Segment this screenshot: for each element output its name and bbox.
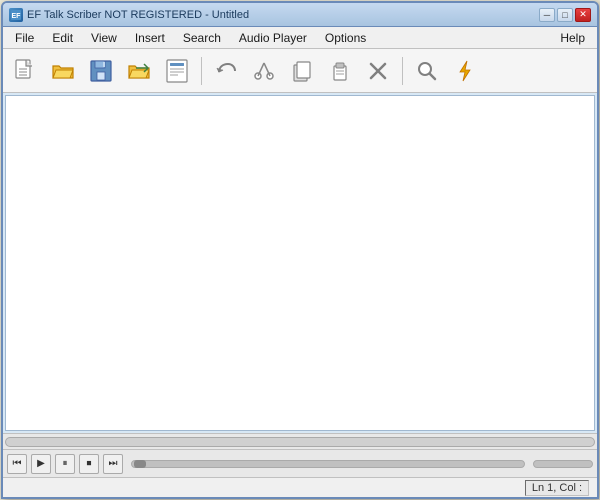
menu-help[interactable]: Help <box>552 29 593 47</box>
menu-audio-player[interactable]: Audio Player <box>231 29 315 47</box>
maximize-button[interactable]: □ <box>557 8 573 22</box>
title-bar: EF EF Talk Scriber NOT REGISTERED - Unti… <box>3 3 597 27</box>
menu-edit[interactable]: Edit <box>44 29 81 47</box>
window-title: EF Talk Scriber NOT REGISTERED - Untitle… <box>27 9 249 21</box>
editor-container <box>3 93 597 433</box>
window-controls: ─ □ ✕ <box>539 8 591 22</box>
close-button[interactable]: ✕ <box>575 8 591 22</box>
delete-button[interactable] <box>360 53 396 89</box>
h-scroll-track[interactable] <box>5 437 595 447</box>
open-recent-button[interactable] <box>121 53 157 89</box>
text-editor[interactable] <box>5 95 595 431</box>
undo-button[interactable] <box>208 53 244 89</box>
properties-button[interactable] <box>159 53 195 89</box>
menu-bar: File Edit View Insert Search Audio Playe… <box>3 27 597 49</box>
menu-options[interactable]: Options <box>317 29 374 47</box>
audio-end-button[interactable]: ⏭ <box>103 454 123 474</box>
open-button[interactable] <box>45 53 81 89</box>
svg-text:EF: EF <box>12 13 22 20</box>
menu-view[interactable]: View <box>83 29 125 47</box>
paste-button[interactable] <box>322 53 358 89</box>
audio-play-button[interactable]: ▶ <box>31 454 51 474</box>
cut-button[interactable] <box>246 53 282 89</box>
new-button[interactable] <box>7 53 43 89</box>
main-window: EF EF Talk Scriber NOT REGISTERED - Unti… <box>1 1 599 499</box>
cursor-position: Ln 1, Col : <box>525 480 589 496</box>
toolbar <box>3 49 597 93</box>
audio-pause-button[interactable]: ⏸ <box>55 454 75 474</box>
menu-search[interactable]: Search <box>175 29 229 47</box>
lightning-button[interactable] <box>447 53 483 89</box>
menu-file[interactable]: File <box>7 29 42 47</box>
menu-insert[interactable]: Insert <box>127 29 173 47</box>
save-button[interactable] <box>83 53 119 89</box>
audio-beginning-button[interactable]: ⏮ <box>7 454 27 474</box>
find-button[interactable] <box>409 53 445 89</box>
audio-player-bar: ⏮ ▶ ⏸ ⏹ ⏭ <box>3 449 597 477</box>
copy-button[interactable] <box>284 53 320 89</box>
toolbar-sep-2 <box>402 57 403 85</box>
audio-volume-slider[interactable] <box>533 460 593 468</box>
toolbar-sep-1 <box>201 57 202 85</box>
minimize-button[interactable]: ─ <box>539 8 555 22</box>
title-bar-left: EF EF Talk Scriber NOT REGISTERED - Unti… <box>9 8 249 22</box>
audio-stop-button[interactable]: ⏹ <box>79 454 99 474</box>
app-icon: EF <box>9 8 23 22</box>
audio-progress-bar[interactable] <box>131 460 525 468</box>
audio-progress-thumb[interactable] <box>134 460 146 468</box>
status-bar: Ln 1, Col : <box>3 477 597 497</box>
horizontal-scrollbar[interactable] <box>3 433 597 449</box>
